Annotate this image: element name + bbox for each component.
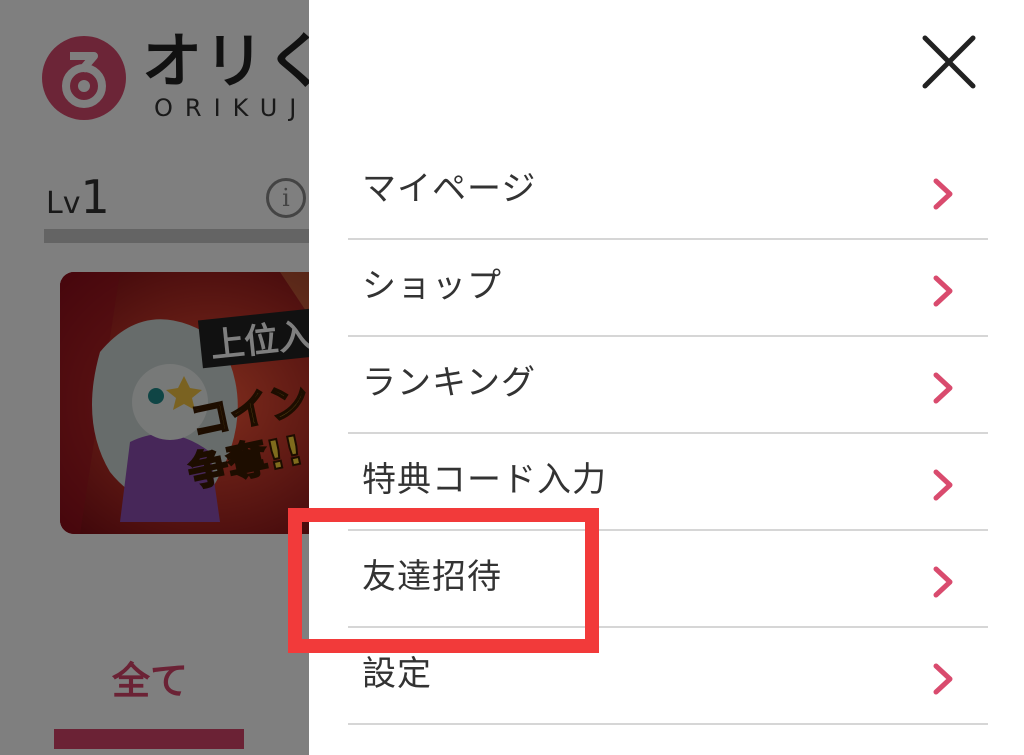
menu-item-mypage[interactable]: マイページ [348,143,988,240]
close-button[interactable] [919,32,979,92]
menu-item-label: 友達招待 [362,557,502,597]
menu-item-shop[interactable]: ショップ [348,240,988,337]
chevron-right-icon [933,469,953,501]
menu-item-label: ランキング [362,363,536,403]
menu-item-label: 設定 [362,654,432,694]
menu-item-label: ショップ [362,266,502,306]
chevron-right-icon [933,275,953,307]
menu-item-label: マイページ [362,169,537,209]
menu-item-settings[interactable]: 設定 [348,628,988,725]
app-screen: オリく ORIKUJ Lv1 i [0,0,1024,755]
menu-item-ranking[interactable]: ランキング [348,337,988,434]
chevron-right-icon [933,372,953,404]
menu-item-promo-code[interactable]: 特典コード入力 [348,434,988,531]
menu-item-label: 特典コード入力 [362,460,607,500]
chevron-right-icon [933,566,953,598]
close-icon [922,35,976,89]
chevron-right-icon [933,663,953,695]
menu-item-invite-friends[interactable]: 友達招待 [348,531,988,628]
menu-list: マイページ ショップ ランキング 特典コード入力 友達招待 設定 [348,143,988,725]
chevron-right-icon [933,178,953,210]
side-menu-drawer: マイページ ショップ ランキング 特典コード入力 友達招待 設定 [309,0,1024,755]
